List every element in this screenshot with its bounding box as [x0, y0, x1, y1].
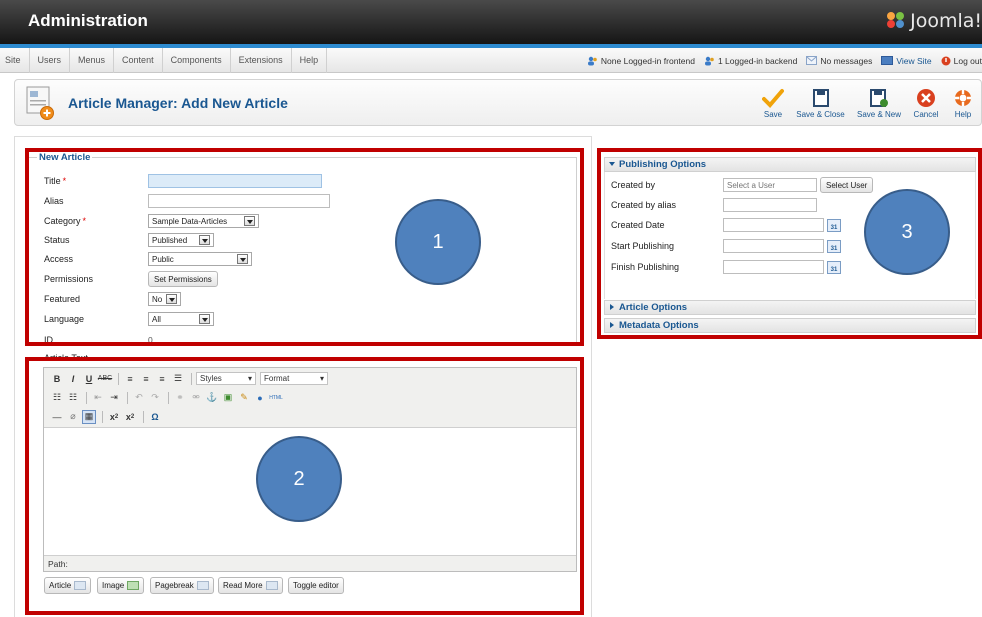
users-icon — [704, 56, 714, 65]
save-close-button[interactable]: Save & Close — [793, 88, 848, 119]
save-new-button[interactable]: Save & New — [854, 88, 904, 119]
view-site-text: View Site — [896, 55, 932, 66]
admin-header: Administration Joomla! — [0, 0, 982, 44]
annotation-marker-2: 2 — [256, 436, 342, 522]
cancel-button[interactable]: Cancel — [910, 88, 942, 119]
messages-text: No messages — [820, 55, 873, 66]
message-icon — [806, 56, 818, 65]
joomla-logo-icon — [887, 12, 905, 28]
menu-site[interactable]: Site — [0, 48, 30, 73]
logout-link[interactable]: Log out — [941, 56, 982, 66]
messages-status[interactable]: No messages — [806, 56, 872, 66]
annotation-box-1 — [25, 148, 584, 346]
toolbar: Article Manager: Add New Article Save Sa… — [14, 79, 982, 126]
page-title: Article Manager: Add New Article — [68, 95, 288, 111]
frontend-users-status[interactable]: None Logged-in frontend — [587, 56, 695, 66]
menu-extensions[interactable]: Extensions — [231, 48, 292, 73]
checkmark-icon — [762, 89, 784, 108]
floppy-add-icon — [870, 89, 888, 107]
annotation-marker-3: 3 — [864, 189, 950, 275]
logout-icon — [941, 56, 951, 65]
menu-users[interactable]: Users — [30, 48, 71, 73]
menu-help[interactable]: Help — [292, 48, 328, 73]
users-icon — [587, 56, 597, 65]
article-add-icon — [26, 86, 54, 120]
main-menu: Site Users Menus Content Components Exte… — [0, 48, 328, 73]
menu-menus[interactable]: Menus — [70, 48, 115, 73]
backend-users-text: 1 Logged-in backend — [717, 55, 798, 66]
save-label: Save — [763, 110, 783, 119]
cancel-icon — [917, 89, 935, 107]
help-button[interactable]: Help — [950, 88, 976, 119]
save-close-label: Save & Close — [796, 110, 845, 119]
menu-content[interactable]: Content — [114, 48, 163, 73]
save-new-label: Save & New — [856, 110, 902, 119]
monitor-icon — [881, 56, 894, 65]
save-button[interactable]: Save — [758, 88, 788, 119]
menu-components[interactable]: Components — [163, 48, 231, 73]
status-bar: None Logged-in frontend 1 Logged-in back… — [578, 48, 982, 73]
frontend-users-text: None Logged-in frontend — [600, 55, 695, 66]
cancel-label: Cancel — [913, 110, 939, 119]
logout-text: Log out — [953, 55, 982, 66]
annotation-marker-1: 1 — [395, 199, 481, 285]
admin-title: Administration — [28, 11, 148, 30]
view-site-link[interactable]: View Site — [881, 55, 932, 66]
menu-bar: Site Users Menus Content Components Exte… — [0, 48, 982, 73]
joomla-logo[interactable]: Joomla! — [884, 10, 982, 32]
backend-users-status[interactable]: 1 Logged-in backend — [704, 56, 797, 66]
floppy-icon — [812, 89, 829, 107]
help-label: Help — [954, 110, 972, 119]
lifebuoy-icon — [955, 90, 971, 106]
joomla-logo-text: Joomla! — [910, 10, 982, 32]
